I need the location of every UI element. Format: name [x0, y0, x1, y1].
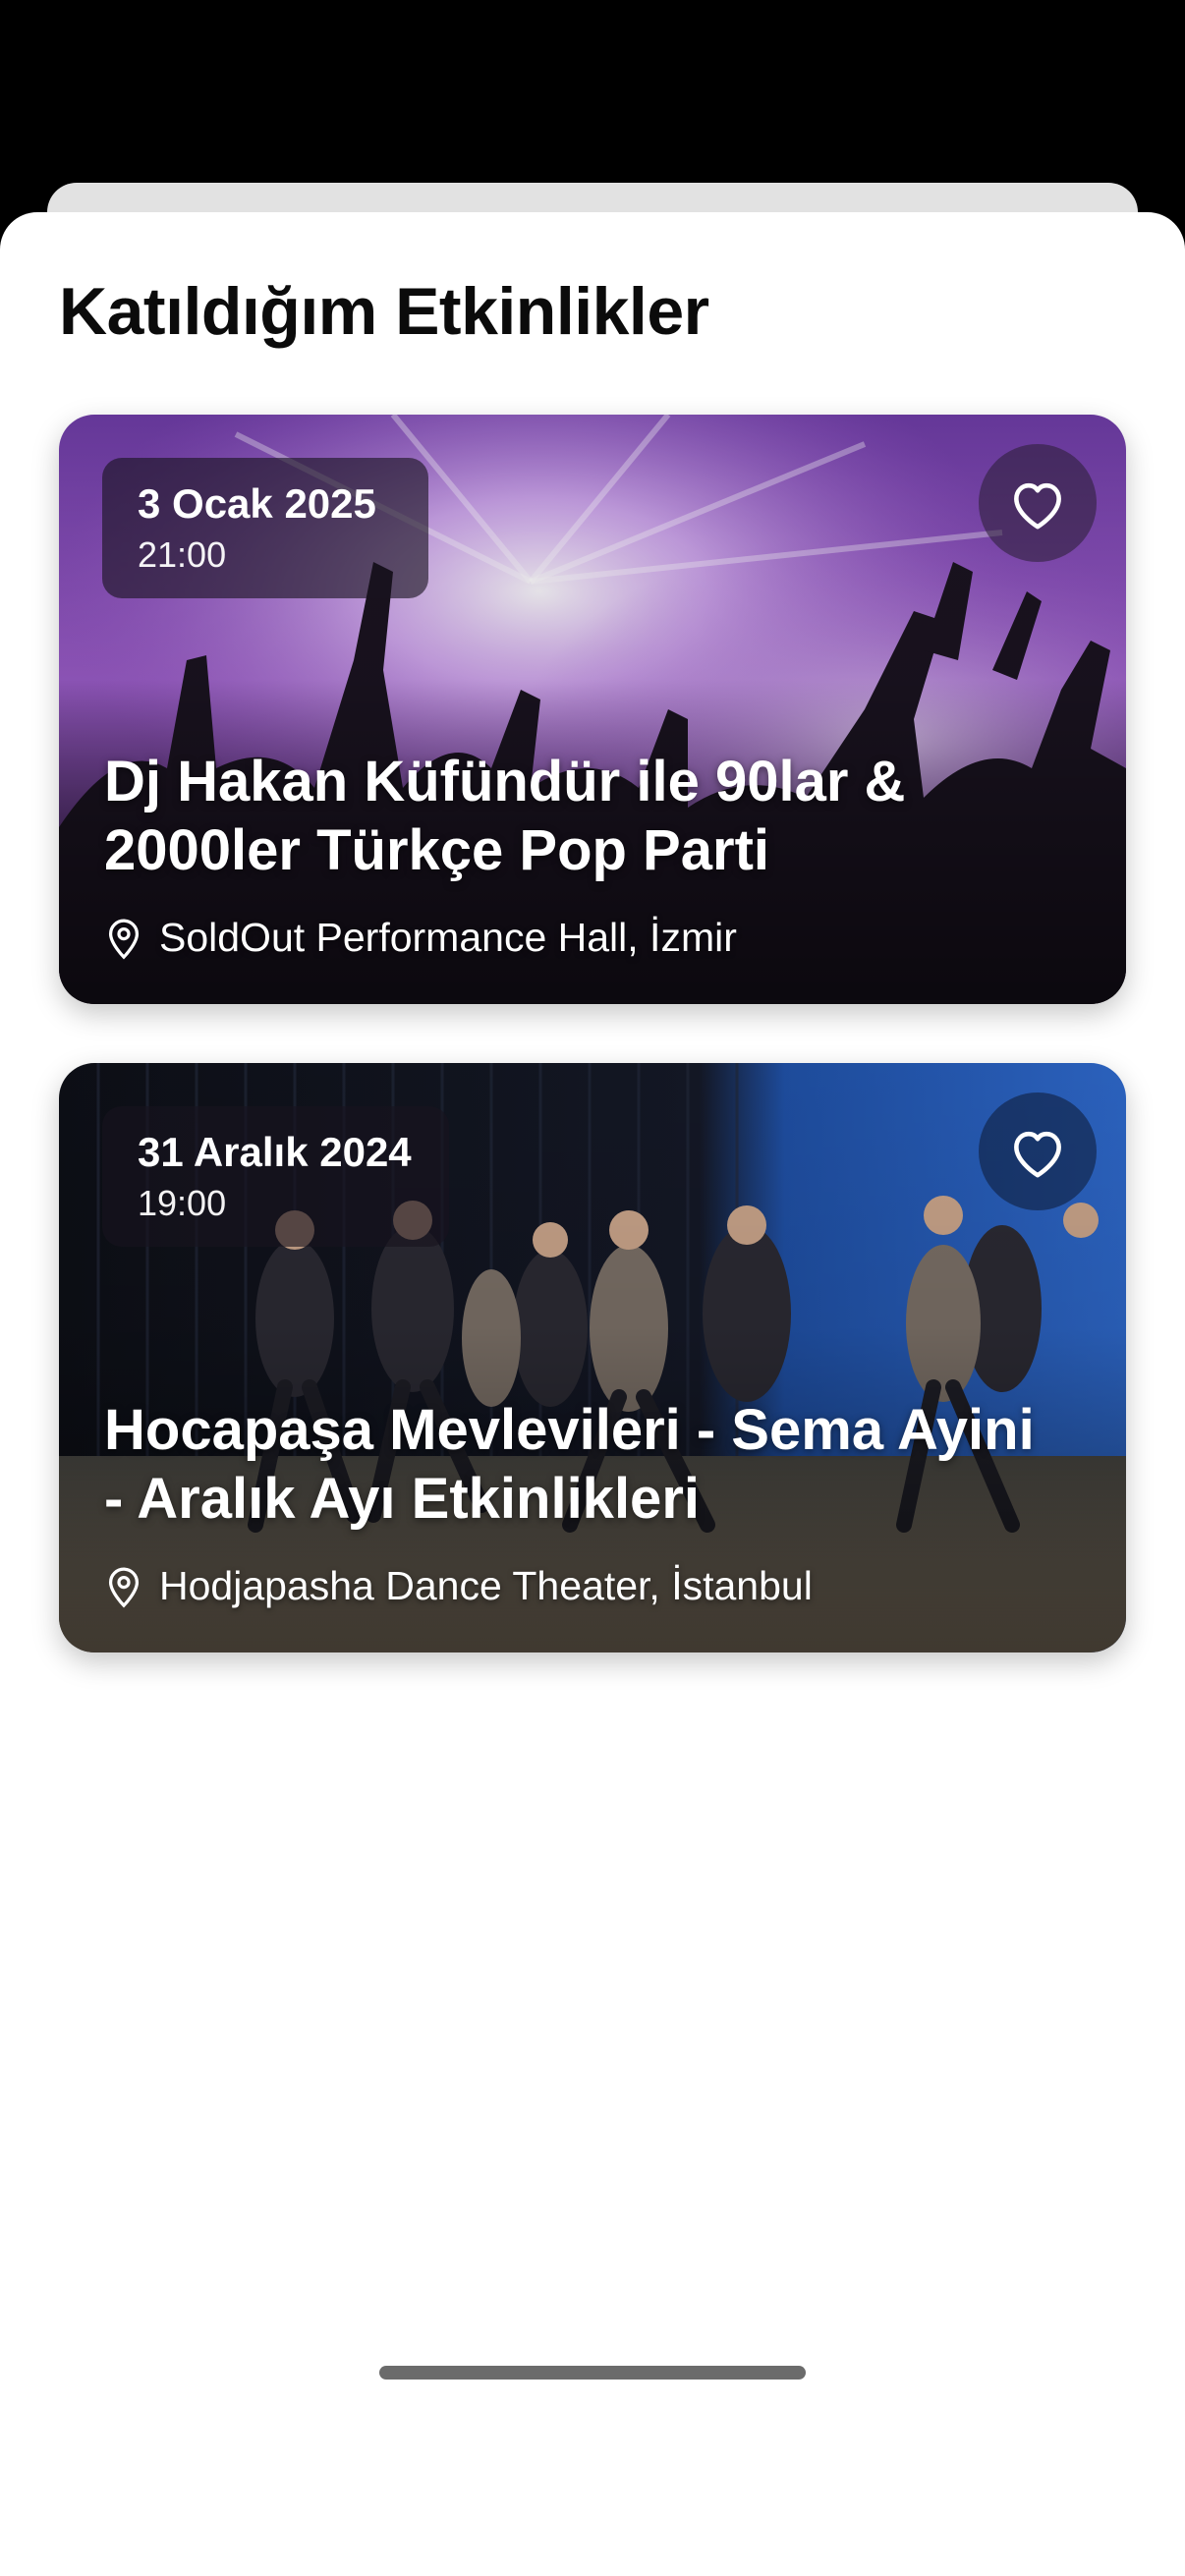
event-date: 3 Ocak 2025 — [138, 480, 376, 527]
event-time: 19:00 — [138, 1183, 227, 1224]
event-title: Dj Hakan Küfündür ile 90lar & 2000ler Tü… — [104, 749, 906, 883]
event-card[interactable]: 31 Aralık 2024 19:00 Hocapaşa Mevleviler… — [59, 1063, 1126, 1652]
event-location: SoldOut Performance Hall, İzmir — [104, 915, 737, 961]
map-pin-icon — [108, 919, 140, 960]
event-location-text: SoldOut Performance Hall, İzmir — [159, 915, 737, 960]
modal-sheet: Katıldığım Etkinlikler 3 Ocak 2025 21:00… — [0, 212, 1185, 2576]
favorite-button[interactable] — [979, 1092, 1097, 1210]
event-location: Hodjapasha Dance Theater, İstanbul — [104, 1563, 813, 1609]
date-badge: 3 Ocak 2025 21:00 — [102, 458, 428, 599]
home-indicator[interactable] — [379, 2366, 806, 2380]
heart-outline-icon — [1014, 482, 1061, 530]
map-pin-icon — [108, 1567, 140, 1608]
date-badge: 31 Aralık 2024 19:00 — [102, 1106, 449, 1248]
page-title: Katıldığım Etkinlikler — [59, 274, 709, 349]
favorite-button[interactable] — [979, 444, 1097, 562]
heart-outline-icon — [1014, 1131, 1061, 1178]
event-location-text: Hodjapasha Dance Theater, İstanbul — [159, 1563, 813, 1608]
event-card[interactable]: 3 Ocak 2025 21:00 Dj Hakan Küfündür ile … — [59, 415, 1126, 1004]
event-title: Hocapaşa Mevlevileri - Sema Ayini - Aral… — [104, 1397, 1035, 1532]
event-date: 31 Aralık 2024 — [138, 1129, 412, 1175]
event-time: 21:00 — [138, 534, 227, 576]
